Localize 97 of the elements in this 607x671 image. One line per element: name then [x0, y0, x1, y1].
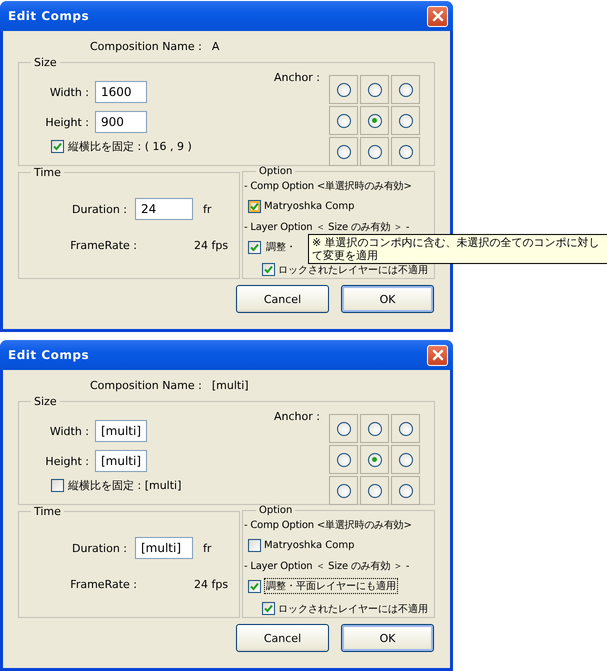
field-label: FrameRate : [69, 578, 137, 591]
anchor-cell[interactable] [391, 137, 420, 166]
field-label: Composition Name : [90, 379, 202, 394]
checkbox[interactable] [51, 478, 64, 492]
close-button[interactable] [427, 6, 448, 26]
section-heading: - Comp Option <単選択時のみ有効> [244, 518, 413, 532]
width-input[interactable]: 1600 [95, 81, 147, 103]
radio-button[interactable] [368, 82, 382, 96]
anchor-cell[interactable] [360, 106, 389, 135]
radio-button[interactable] [336, 144, 350, 158]
radio-button[interactable] [336, 452, 350, 466]
group-label: Time [33, 505, 62, 518]
group-label: Size [33, 56, 58, 69]
width-input[interactable]: [multi] [95, 420, 147, 442]
anchor-cell[interactable] [391, 445, 420, 474]
checkbox-label: ロックされたレイヤーには不適用 [278, 602, 428, 616]
section-heading: - Comp Option <単選択時のみ有効> [244, 180, 413, 193]
checkbox-label: Matryoshka Comp [264, 540, 354, 551]
group-label: Size [33, 395, 58, 408]
anchor-cell[interactable] [329, 137, 358, 166]
close-button[interactable] [427, 344, 448, 366]
composition-name: A [212, 40, 220, 55]
field-label: Duration : [71, 202, 127, 216]
radio-button[interactable] [368, 484, 382, 498]
anchor-cell[interactable] [360, 137, 389, 166]
close-icon [432, 10, 444, 22]
checkbox[interactable] [248, 240, 261, 254]
field-label: Height : [44, 454, 89, 468]
checkbox-label: 縦横比を固定 : ( 16 , 9 ) [68, 138, 192, 154]
radio-button[interactable] [368, 144, 382, 158]
checkbox[interactable] [51, 140, 64, 152]
duration-input[interactable]: [multi] [135, 537, 193, 559]
radio-button[interactable] [368, 114, 382, 128]
checkbox-label: Matryoshka Comp [264, 200, 354, 212]
anchor-cell[interactable] [391, 414, 420, 443]
checkbox[interactable] [262, 602, 275, 616]
anchor-cell[interactable] [391, 106, 420, 135]
ok-button[interactable]: OK [341, 285, 434, 313]
group-label: Option [258, 166, 294, 177]
framerate-value: 24 fps [194, 239, 228, 252]
ok-button[interactable]: OK [341, 624, 434, 652]
checkbox-label: ロックされたレイヤーには不適用 [278, 264, 428, 277]
anchor-cell[interactable] [360, 75, 389, 104]
anchor-cell[interactable] [329, 445, 358, 474]
anchor-cell[interactable] [360, 476, 389, 505]
framerate-value: 24 fps [194, 578, 228, 591]
checkbox-label: 調整・ [265, 240, 297, 255]
radio-button[interactable] [336, 82, 350, 96]
radio-button[interactable] [398, 422, 412, 436]
cancel-button[interactable]: Cancel [236, 285, 329, 313]
duration-input[interactable]: 24 [135, 198, 193, 220]
anchor-cell[interactable] [329, 476, 358, 505]
checkbox[interactable] [248, 538, 261, 552]
height-input[interactable]: 900 [95, 111, 147, 133]
checkbox[interactable] [248, 200, 261, 213]
close-icon [432, 349, 444, 361]
anchor-cell[interactable] [329, 414, 358, 443]
field-label: Width : [48, 424, 89, 438]
checkbox[interactable] [248, 580, 261, 592]
unit-label: fr [203, 202, 212, 216]
checkbox-label: 縦横比を固定 : [multi] [68, 478, 182, 492]
checkbox-label: 調整・平面レイヤーにも適用 [264, 578, 398, 594]
group-label: Option [258, 505, 294, 516]
field-label: FrameRate : [69, 239, 137, 252]
unit-label: fr [203, 542, 212, 554]
field-label: Composition Name : [90, 40, 202, 55]
radio-button[interactable] [368, 452, 382, 466]
radio-button[interactable] [398, 452, 412, 466]
checkbox[interactable] [262, 263, 275, 276]
radio-button[interactable] [398, 484, 412, 498]
field-label: Height : [44, 116, 89, 128]
group-label: Time [33, 166, 62, 179]
radio-button[interactable] [368, 422, 382, 436]
anchor-cell[interactable] [329, 106, 358, 135]
radio-button[interactable] [398, 144, 412, 158]
window-title: Edit Comps [8, 9, 90, 23]
section-heading: - Layer Option ＜ Size のみ有効 ＞ - [244, 220, 410, 234]
field-label: Duration : [71, 542, 127, 554]
anchor-cell[interactable] [391, 75, 420, 104]
anchor-cell[interactable] [360, 414, 389, 443]
composition-name: [multi] [212, 379, 249, 394]
field-label: Anchor : [274, 71, 321, 86]
anchor-cell[interactable] [391, 476, 420, 505]
radio-button[interactable] [336, 422, 350, 436]
radio-button[interactable] [398, 82, 412, 96]
section-heading: - Layer Option ＜ Size のみ有効 ＞ - [244, 560, 410, 573]
radio-button[interactable] [336, 114, 350, 128]
height-input[interactable]: [multi] [95, 450, 147, 472]
tooltip: ※ 単選択のコンポ内に含む、未選択の全てのコンポに対して変更を適用 [308, 234, 607, 264]
window-title: Edit Comps [8, 348, 90, 362]
anchor-cell[interactable] [360, 445, 389, 474]
anchor-cell[interactable] [329, 75, 358, 104]
field-label: Width : [48, 86, 89, 98]
cancel-button[interactable]: Cancel [236, 624, 329, 652]
field-label: Anchor : [274, 410, 321, 425]
radio-button[interactable] [336, 484, 350, 498]
radio-button[interactable] [398, 114, 412, 128]
